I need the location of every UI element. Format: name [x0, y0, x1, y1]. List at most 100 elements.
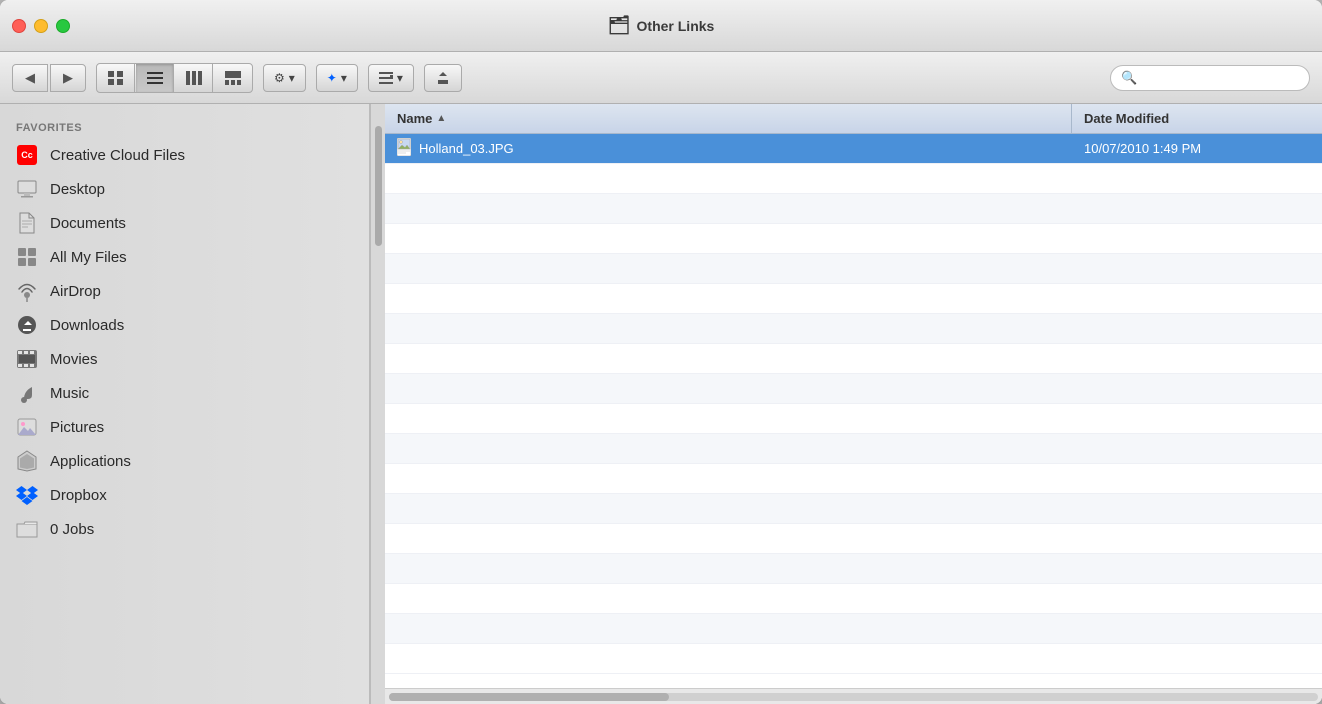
action-button[interactable]: ⚙ ▾: [263, 64, 306, 92]
sidebar-item-jobs[interactable]: 0 Jobs: [0, 512, 369, 546]
sidebar: FAVORITES Cc Creative Cloud Files Deskto…: [0, 104, 370, 704]
sidebar-item-pictures[interactable]: Pictures: [0, 410, 369, 444]
traffic-lights: [12, 19, 70, 33]
sidebar-item-dropbox[interactable]: Dropbox: [0, 478, 369, 512]
nav-buttons: ◀ ▶: [12, 64, 86, 92]
folder-icon: [16, 518, 38, 540]
sidebar-label-creative-cloud-files: Creative Cloud Files: [50, 147, 185, 164]
empty-row: [385, 254, 1322, 284]
sort-arrow-icon: ▲: [436, 113, 446, 124]
search-icon: 🔍: [1121, 70, 1137, 86]
sidebar-scroll-thumb[interactable]: [375, 126, 382, 246]
finder-window: 🗂 Other Links ◀ ▶: [0, 0, 1322, 704]
sidebar-item-downloads[interactable]: Downloads: [0, 308, 369, 342]
sidebar-label-all-my-files: All My Files: [50, 249, 127, 266]
search-input[interactable]: [1143, 71, 1299, 85]
maximize-button[interactable]: [56, 19, 70, 33]
sidebar-label-pictures: Pictures: [50, 419, 104, 436]
sidebar-label-dropbox: Dropbox: [50, 487, 107, 504]
empty-row: [385, 584, 1322, 614]
dropbox-arrow-icon: ▾: [341, 71, 347, 85]
minimize-button[interactable]: [34, 19, 48, 33]
scrollbar-track: [389, 693, 1318, 701]
view-icon-button[interactable]: [97, 64, 135, 92]
sidebar-label-downloads: Downloads: [50, 317, 124, 334]
empty-row: [385, 464, 1322, 494]
arrange-arrow-icon: ▾: [397, 71, 403, 85]
sidebar-item-applications[interactable]: Applications: [0, 444, 369, 478]
sidebar-item-movies[interactable]: Movies: [0, 342, 369, 376]
pictures-icon: [16, 416, 38, 438]
creative-cloud-icon: Cc: [16, 144, 38, 166]
dropbox-icon: [16, 484, 38, 506]
view-column-button[interactable]: [175, 64, 213, 92]
arrange-button[interactable]: ▾: [368, 64, 414, 92]
downloads-icon: [16, 314, 38, 336]
sidebar-label-desktop: Desktop: [50, 181, 105, 198]
image-file-icon: [397, 138, 411, 159]
file-list: Holland_03.JPG 10/07/2010 1:49 PM: [385, 134, 1322, 688]
empty-row: [385, 524, 1322, 554]
view-list-button[interactable]: [136, 64, 174, 92]
close-button[interactable]: [12, 19, 26, 33]
name-column-header[interactable]: Name ▲: [385, 104, 1072, 133]
sidebar-item-documents[interactable]: Documents: [0, 206, 369, 240]
window-title: Other Links: [637, 18, 715, 34]
sidebar-scroll[interactable]: FAVORITES Cc Creative Cloud Files Deskto…: [0, 104, 369, 704]
empty-row: [385, 314, 1322, 344]
file-name: Holland_03.JPG: [419, 141, 514, 156]
gear-icon: ⚙: [274, 71, 285, 85]
all-my-files-icon: [16, 246, 38, 268]
sidebar-item-all-my-files[interactable]: All My Files: [0, 240, 369, 274]
sidebar-label-applications: Applications: [50, 453, 131, 470]
empty-row: [385, 344, 1322, 374]
empty-row: [385, 194, 1322, 224]
empty-row: [385, 224, 1322, 254]
airdrop-icon: [16, 280, 38, 302]
scrollbar-thumb[interactable]: [389, 693, 669, 701]
toolbar: ◀ ▶: [0, 52, 1322, 104]
date-modified-column-header[interactable]: Date Modified: [1072, 104, 1322, 133]
file-date-cell: 10/07/2010 1:49 PM: [1072, 141, 1322, 156]
dropbox-button[interactable]: ✦ ▾: [316, 64, 358, 92]
desktop-icon: [16, 178, 38, 200]
sidebar-scrollbar[interactable]: [370, 104, 385, 704]
action-arrow-icon: ▾: [289, 71, 295, 85]
sidebar-label-movies: Movies: [50, 351, 98, 368]
music-icon: [16, 382, 38, 404]
sidebar-section-header: FAVORITES: [0, 116, 369, 138]
sidebar-item-music[interactable]: Music: [0, 376, 369, 410]
title-bar: 🗂 Other Links: [0, 0, 1322, 52]
empty-row: [385, 554, 1322, 584]
file-area: Name ▲ Date Modified: [385, 104, 1322, 704]
dropbox-toolbar-icon: ✦: [327, 71, 337, 85]
share-icon: [435, 70, 451, 86]
movies-icon: [16, 348, 38, 370]
view-buttons: [96, 63, 253, 93]
view-cover-button[interactable]: [214, 64, 252, 92]
horizontal-scrollbar[interactable]: [385, 688, 1322, 704]
empty-row: [385, 614, 1322, 644]
empty-row: [385, 434, 1322, 464]
empty-row: [385, 374, 1322, 404]
empty-row: [385, 494, 1322, 524]
sidebar-item-creative-cloud-files[interactable]: Cc Creative Cloud Files: [0, 138, 369, 172]
empty-row: [385, 644, 1322, 674]
sidebar-item-airdrop[interactable]: AirDrop: [0, 274, 369, 308]
documents-icon: [16, 212, 38, 234]
forward-button[interactable]: ▶: [50, 64, 86, 92]
table-row[interactable]: Holland_03.JPG 10/07/2010 1:49 PM: [385, 134, 1322, 164]
back-button[interactable]: ◀: [12, 64, 48, 92]
empty-row: [385, 164, 1322, 194]
sidebar-item-desktop[interactable]: Desktop: [0, 172, 369, 206]
content-area: FAVORITES Cc Creative Cloud Files Deskto…: [0, 104, 1322, 704]
sidebar-label-airdrop: AirDrop: [50, 283, 101, 300]
search-box[interactable]: 🔍: [1110, 65, 1310, 91]
sidebar-label-music: Music: [50, 385, 89, 402]
share-button[interactable]: [424, 64, 462, 92]
sidebar-label-jobs: 0 Jobs: [50, 521, 94, 538]
sidebar-label-documents: Documents: [50, 215, 126, 232]
folder-icon: 🗂: [608, 15, 631, 36]
window-title-area: 🗂 Other Links: [608, 15, 715, 36]
empty-row: [385, 404, 1322, 434]
